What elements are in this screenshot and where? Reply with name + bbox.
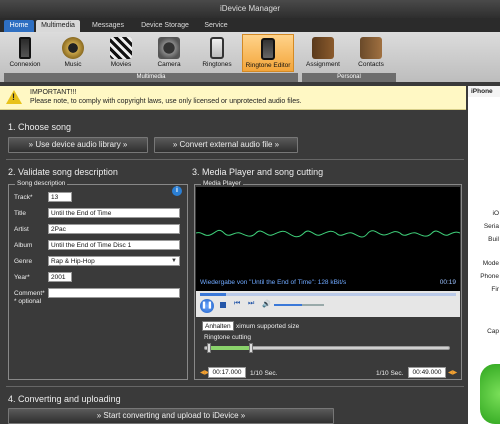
info-snippet: Phone	[480, 273, 499, 280]
media-player-screen: Wiedergabe von "Until the End of Time": …	[196, 187, 460, 291]
group-personal-label: Personal	[302, 73, 396, 82]
tab-bar: Home Multimedia Messages Device Storage …	[0, 18, 500, 32]
info-snippet: Cap	[487, 328, 499, 335]
address-book-icon	[312, 37, 334, 59]
convert-file-button[interactable]: » Convert external audio file »	[154, 137, 298, 153]
album-input[interactable]: Until the End of Time Disc 1	[48, 240, 180, 250]
seek-bar[interactable]	[200, 293, 456, 296]
start-time-input[interactable]: 00:17.000	[208, 367, 246, 378]
waveform-line	[196, 229, 460, 238]
music-button[interactable]: Music	[52, 34, 94, 72]
device-image	[480, 364, 500, 424]
notice-title: IMPORTANT!!!	[30, 89, 77, 96]
genre-select[interactable]: Rap & Hip-Hop ▼	[48, 256, 180, 266]
year-label: Year*	[14, 274, 30, 281]
warning-icon	[6, 90, 22, 104]
playback-status: Wiedergabe von "Until the End of Time": …	[200, 279, 347, 286]
assignment-button[interactable]: Assignment	[302, 34, 344, 72]
seek-progress	[200, 293, 226, 296]
info-snippet: Fir	[491, 286, 499, 293]
contacts-book-icon	[360, 37, 382, 59]
upload-heading: 4. Converting and uploading	[8, 394, 121, 404]
phone-note-icon	[261, 38, 275, 60]
use-library-button[interactable]: » Use device audio library »	[8, 137, 148, 153]
ringtone-cutting-label: Ringtone cutting	[204, 334, 251, 341]
start-step-label: 1/10 Sec.	[250, 370, 278, 377]
group-multimedia-label: Multimedia	[4, 73, 298, 82]
track-input[interactable]: 13	[48, 192, 72, 202]
ribbon-toolbar: Connexion Music Movies Camera Ringtones …	[0, 32, 500, 82]
info-snippet: Buil	[488, 236, 499, 243]
tab-service[interactable]: Service	[200, 20, 232, 32]
genre-label: Genre	[14, 258, 33, 265]
previous-icon[interactable]: ⏮	[234, 300, 240, 308]
chevron-down-icon: ▼	[171, 258, 177, 264]
track-label: Track*	[14, 194, 33, 201]
title-input[interactable]: Until the End of Time	[48, 208, 180, 218]
contacts-button[interactable]: Contacts	[350, 34, 392, 72]
notice-text: Please note, to comply with copyright la…	[30, 98, 302, 105]
cut-end-handle[interactable]	[248, 343, 253, 353]
tab-device-storage[interactable]: Device Storage	[136, 20, 194, 32]
info-icon[interactable]: i	[172, 186, 182, 196]
pause-tooltip: Anhalten	[202, 321, 234, 331]
cut-range	[209, 346, 252, 350]
camera-button[interactable]: Camera	[148, 34, 190, 72]
end-step-label: 1/10 Sec.	[376, 370, 404, 377]
device-info-heading: iPhone	[468, 86, 500, 97]
start-upload-button[interactable]: » Start converting and upload to iDevice…	[8, 408, 334, 424]
connexion-button[interactable]: Connexion	[4, 34, 46, 72]
clapperboard-icon	[110, 37, 132, 59]
waveform	[196, 229, 460, 238]
divider	[6, 386, 464, 387]
validate-heading: 2. Validate song description	[8, 167, 118, 177]
movies-button[interactable]: Movies	[100, 34, 142, 72]
genre-value: Rap & Hip-Hop	[51, 258, 95, 265]
playback-time: 00:19	[439, 279, 456, 286]
media-heading: 3. Media Player and song cutting	[192, 167, 324, 177]
next-icon[interactable]: ⏭	[248, 300, 254, 308]
song-description-title: Song description	[15, 180, 68, 187]
volume-icon[interactable]: 🔊	[262, 300, 271, 308]
artist-label: Artist	[14, 226, 29, 233]
copyright-notice: IMPORTANT!!! Please note, to comply with…	[0, 86, 466, 110]
ringtones-button[interactable]: Ringtones	[196, 34, 238, 72]
tab-home[interactable]: Home	[4, 20, 34, 32]
phone-icon	[19, 37, 31, 59]
info-snippet: Mode	[482, 260, 499, 267]
divider	[6, 159, 464, 160]
window-title: iDevice Manager	[0, 0, 500, 18]
end-time-arrow-icon[interactable]: ◀▶	[448, 369, 457, 376]
tab-messages[interactable]: Messages	[86, 20, 130, 32]
pause-icon[interactable]: ❚❚	[200, 299, 214, 313]
device-info-panel: iPhone iO Seria Buil Mode Phone Fir Cap	[468, 86, 500, 424]
choose-song-heading: 1. Choose song	[8, 122, 72, 132]
stop-icon[interactable]	[220, 302, 226, 308]
camera-icon	[158, 37, 180, 59]
cutting-slider[interactable]	[204, 346, 450, 350]
optional-note: * optional	[14, 298, 42, 305]
max-size-note: ximum supported size	[236, 323, 300, 330]
cut-start-handle[interactable]	[206, 343, 211, 353]
comment-input[interactable]	[48, 288, 180, 298]
ringtone-editor-button[interactable]: Ringtone Editor	[242, 34, 294, 72]
volume-slider[interactable]	[274, 304, 324, 306]
phone-music-icon	[210, 37, 224, 59]
media-player-title: Media Player	[201, 180, 243, 187]
artist-input[interactable]: 2Pac	[48, 224, 180, 234]
end-time-input[interactable]: 00:49.000	[408, 367, 446, 378]
album-label: Album	[14, 242, 33, 249]
title-label: Title	[14, 210, 27, 217]
volume-level	[274, 304, 302, 306]
info-snippet: iO	[492, 210, 500, 217]
speaker-icon	[62, 37, 84, 59]
player-controls: ❚❚ ⏮ ⏭ 🔊	[196, 291, 460, 317]
comment-label: Comment*	[14, 290, 45, 297]
info-snippet: Seria	[483, 223, 499, 230]
tab-multimedia[interactable]: Multimedia	[36, 20, 80, 32]
year-input[interactable]: 2001	[48, 272, 72, 282]
